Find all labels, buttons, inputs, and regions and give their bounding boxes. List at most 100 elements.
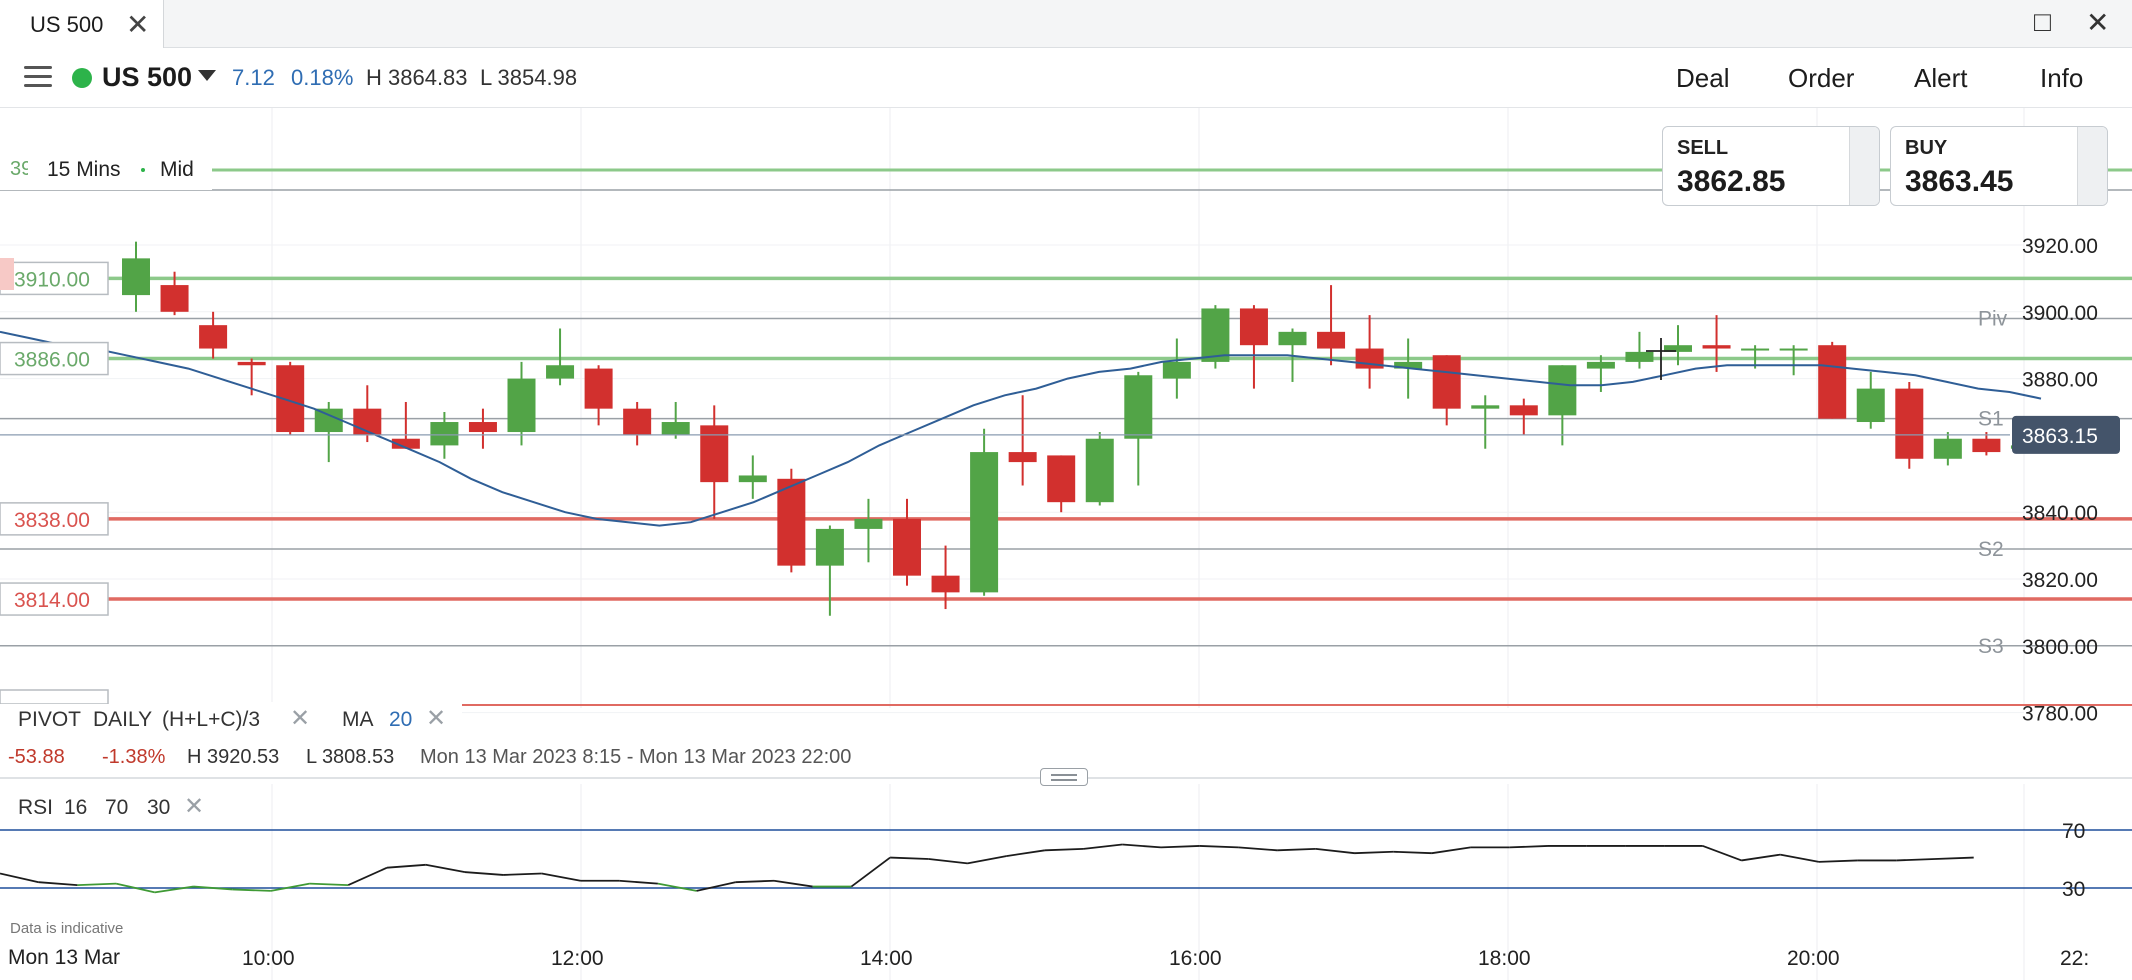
interval-label[interactable]: 15 Mins [47, 158, 121, 182]
candle-down [1047, 455, 1076, 503]
rsi-segment [1122, 843, 1162, 849]
price-mode-label[interactable]: Mid [160, 158, 194, 182]
y-tick-label: 3800.00 [2022, 636, 2098, 659]
rsi-segment [1238, 846, 1278, 852]
candle-up [1548, 365, 1577, 416]
rsi-segment [309, 882, 349, 886]
candle-up [1933, 438, 1962, 459]
candle-up [1856, 388, 1885, 423]
candle-up [546, 365, 575, 379]
rsi-lower: 30 [147, 796, 171, 819]
rsi-segment [1277, 847, 1316, 852]
candle-up [1471, 405, 1500, 409]
x-tick-label: 22: [2060, 947, 2089, 970]
rsi-segment [77, 882, 117, 886]
order-button[interactable]: Order [1788, 63, 1854, 94]
cut-level-box [0, 689, 109, 705]
buy-quote-button[interactable]: BUY 3863.45 [1890, 126, 2108, 206]
candle-down [468, 422, 497, 433]
pivot-label-s3: S3 [1978, 635, 2004, 658]
session-low: L 3854.98 [480, 65, 578, 90]
candle-down [1008, 452, 1037, 463]
close-tab-icon[interactable]: ✕ [126, 8, 149, 41]
pivot-label-s1: S1 [1978, 408, 2004, 431]
remove-pivot-icon[interactable]: ✕ [290, 704, 310, 733]
level-label: 3814.00 [14, 589, 90, 612]
candle-up [815, 528, 844, 566]
deal-button[interactable]: Deal [1676, 63, 1729, 94]
rsi-segment [1160, 845, 1200, 849]
cut-candle-highlight [0, 258, 14, 290]
x-tick-label: 20:00 [1787, 947, 1840, 970]
buy-quote-side-panel [2077, 127, 2107, 205]
candle-up [1625, 351, 1654, 362]
rsi-upper-tick: 70 [2062, 820, 2085, 843]
rsi-segment [1315, 847, 1355, 855]
candle-up [507, 378, 536, 433]
panel-resize-handle[interactable] [1040, 768, 1088, 786]
buy-label: BUY [1905, 137, 1948, 159]
y-tick-label: 3920.00 [2022, 235, 2098, 258]
rsi-segment [928, 858, 968, 865]
y-tick-label: 3900.00 [2022, 302, 2098, 325]
rsi-segment [1818, 859, 1858, 863]
sell-quote-button[interactable]: SELL 3862.85 [1662, 126, 1880, 206]
daily-change-percent: 0.18% [291, 65, 354, 90]
rsi-segment [232, 888, 271, 892]
remove-ma-icon[interactable]: ✕ [426, 704, 446, 733]
sell-price: 3862.85 [1677, 165, 1786, 198]
sell-quote-side-panel [1849, 127, 1879, 205]
candle-up [1124, 375, 1153, 439]
x-tick-label: 14:00 [860, 947, 913, 970]
level-label: 3838.00 [14, 509, 90, 532]
y-tick-label: 3780.00 [2022, 703, 2098, 726]
menu-icon[interactable] [24, 66, 52, 88]
pivot-label-s2: S2 [1978, 538, 2004, 561]
candle-up [1741, 348, 1770, 351]
separator-dot [141, 168, 145, 172]
indicator-legend: PIVOT DAILY (H+L+C)/3 ✕ MA 20 ✕ [0, 704, 460, 734]
close-window-icon[interactable]: ✕ [2086, 6, 2109, 39]
sell-label: SELL [1677, 137, 1729, 159]
candle-down [160, 285, 189, 312]
candle-down [199, 325, 228, 349]
candle-down [777, 478, 806, 566]
buy-price: 3863.45 [1905, 165, 2014, 198]
session-high: H 3864.83 [366, 65, 468, 90]
candle-down [623, 408, 652, 436]
remove-rsi-icon[interactable]: ✕ [184, 792, 204, 821]
instrument-dropdown-icon[interactable] [198, 70, 216, 81]
y-tick-label: 3820.00 [2022, 569, 2098, 592]
ma-line [0, 330, 2042, 527]
price-chart[interactable]: PivS1S2S33910.003886.003838.003814.00392… [0, 108, 2132, 980]
rsi-segment [1741, 853, 1781, 862]
rsi-segment [890, 856, 929, 860]
alert-button[interactable]: Alert [1914, 63, 1967, 94]
candle-up [1779, 348, 1808, 351]
rsi-segment [503, 872, 542, 876]
candle-up [122, 258, 150, 296]
instrument-name[interactable]: US 500 [102, 62, 192, 93]
data-disclaimer: Data is indicative [10, 920, 124, 937]
rsi-segment [850, 856, 891, 888]
rsi-segment [1199, 845, 1239, 849]
level-label: 3910.00 [14, 268, 90, 291]
info-button[interactable]: Info [2040, 63, 2083, 94]
instrument-tab[interactable]: US 500 ✕ [0, 0, 164, 48]
window-tab-bar: US 500 ✕ □ ✕ [0, 0, 2132, 48]
candle-up [314, 408, 343, 433]
timeframe-selector[interactable]: 39 15 Mins Mid [0, 150, 212, 190]
rsi-segment [696, 881, 736, 892]
candle-down [1818, 345, 1847, 419]
rsi-segment [0, 872, 39, 884]
candle-up [1201, 308, 1230, 362]
pivot-formula: (H+L+C)/3 [162, 708, 261, 731]
rsi-lower-tick: 30 [2062, 878, 2085, 901]
candle-down [1509, 405, 1538, 416]
maximize-icon[interactable]: □ [2034, 6, 2051, 38]
candle-up [1586, 361, 1615, 369]
candle-up [1278, 331, 1307, 346]
rsi-segment [38, 881, 78, 886]
rsi-segment [967, 855, 1007, 865]
tab-title: US 500 [30, 12, 104, 37]
